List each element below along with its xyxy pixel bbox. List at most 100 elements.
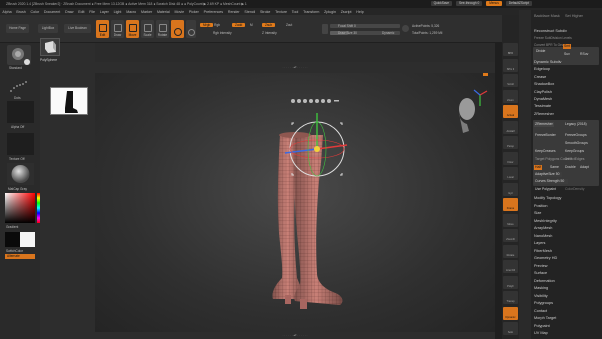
shelf-spix-3-button[interactable]: SPix 3 — [503, 58, 518, 72]
secondary-color-swatch[interactable] — [20, 232, 35, 247]
menu-draw[interactable]: Draw — [63, 10, 76, 14]
menu-alpha[interactable]: Alpha — [0, 10, 14, 14]
menu-layer[interactable]: Layer — [97, 10, 111, 14]
freeze-border-button[interactable]: FreezeBorder — [534, 133, 557, 138]
switch-color-label[interactable]: SwitchColor — [6, 249, 23, 253]
shelf-scroll-button[interactable]: Scroll — [503, 74, 518, 87]
subpalette-uv-map[interactable]: UV Map — [534, 331, 548, 335]
divide-button[interactable]: Divide — [535, 49, 546, 54]
draw-size-slider[interactable]: Draw Size 30 Dynamic — [330, 31, 400, 35]
edit-button[interactable]: Edit — [96, 20, 109, 38]
shelf-bpr-button[interactable]: BPR — [503, 43, 518, 56]
shelf-frame-button[interactable]: Frame — [503, 198, 518, 211]
subpalette-surface[interactable]: Surface — [534, 271, 547, 275]
scale-button[interactable]: Scale — [141, 20, 154, 38]
default-zscript-button[interactable]: DefaultZScript — [505, 1, 532, 6]
menus-button[interactable]: Menus — [486, 1, 502, 6]
subpalette-preview[interactable]: Preview — [534, 264, 548, 268]
smt-toggle[interactable]: Smt — [563, 44, 572, 49]
subpalette-dynamesh[interactable]: DynaMesh — [534, 97, 552, 101]
texture-thumbnail[interactable] — [7, 133, 34, 155]
freeze-groups-button[interactable]: FreezeGroups — [564, 133, 588, 138]
quicksave-button[interactable]: QuickSave — [430, 1, 453, 6]
shelf-zoomd-button[interactable]: ZoomD — [503, 229, 518, 242]
subpalette-meshintegrity[interactable]: MeshIntegrity — [534, 219, 557, 223]
menu-brush[interactable]: Brush — [14, 10, 28, 14]
zadd-toggle[interactable]: Zadd — [232, 23, 246, 27]
menu-preferences[interactable]: Preferences — [201, 10, 225, 14]
smooth-groups-button[interactable]: SmoothGroups — [564, 141, 589, 146]
curves-strength-slider[interactable]: Curves Strength 50 — [534, 179, 568, 184]
subpalette-geometry-hd[interactable]: Geometry HD — [534, 256, 557, 260]
stroke-thumbnail[interactable] — [7, 76, 31, 96]
menu-picker[interactable]: Picker — [187, 10, 202, 14]
primary-color-swatch[interactable] — [5, 232, 20, 247]
shelf-floor-button[interactable]: Floor — [503, 151, 518, 165]
subpalette-fibermesh[interactable]: FiberMesh — [534, 249, 552, 253]
subpalette-morph-target[interactable]: Morph Target — [534, 316, 556, 320]
menu-document[interactable]: Document — [42, 10, 63, 14]
zcut-toggle[interactable]: Zcut — [286, 23, 292, 27]
adapt-button[interactable]: Adapt — [579, 165, 590, 170]
subpalette-deformation[interactable]: Deformation — [534, 279, 555, 283]
shelf-gyz-button[interactable]: Gyz — [503, 182, 518, 196]
shelf-transp-button[interactable]: Transp — [503, 291, 518, 304]
menu-transform[interactable]: Transform — [301, 10, 322, 14]
focal-shift-slider[interactable]: Focal Shift 0 — [330, 24, 400, 28]
tray-scrollbar[interactable] — [495, 43, 502, 339]
menu-tool[interactable]: Tool — [289, 10, 300, 14]
subpalette-nanomesh[interactable]: NanoMesh — [534, 234, 552, 238]
subpalette-claypolish[interactable]: ClayPolish — [534, 90, 552, 94]
menu-material[interactable]: Material — [155, 10, 173, 14]
shelf-aahalf-button[interactable]: AAHalf — [503, 120, 518, 134]
zsub-toggle[interactable]: Zsub — [262, 23, 276, 27]
alternate-button[interactable]: Alternate — [5, 254, 35, 259]
menu-edit[interactable]: Edit — [76, 10, 87, 14]
subpalette-edgeloop[interactable]: Edgeloop — [534, 67, 550, 71]
menu-texture[interactable]: Texture — [273, 10, 290, 14]
menu-help[interactable]: Help — [354, 10, 366, 14]
menu-light[interactable]: Light — [111, 10, 124, 14]
legacy-button[interactable]: Legacy (2018) — [564, 122, 588, 127]
lightbox-button[interactable]: LightBox — [38, 24, 58, 33]
live-boolean-button[interactable]: Live Boolean — [64, 24, 91, 33]
gizmo-settings-button[interactable] — [186, 20, 196, 38]
subpalette-dynamic-subdiv[interactable]: Dynamic Subdiv — [534, 60, 561, 64]
see-through-slider[interactable]: See-through 0 — [456, 1, 483, 6]
mrgb-toggle[interactable]: Mrgb Rgb — [200, 23, 220, 27]
subpalette-size[interactable]: Size — [534, 211, 541, 215]
shelf-solo-button[interactable]: Solo — [503, 322, 518, 335]
menu-file[interactable]: File — [87, 10, 98, 14]
color-density-slider[interactable]: ColorDensity — [564, 187, 585, 192]
menu-movie[interactable]: Movie — [172, 10, 186, 14]
menu-stencil[interactable]: Stencil — [242, 10, 258, 14]
subpalette-tessimate[interactable]: Tessimate — [534, 104, 551, 108]
target-polycount-slider[interactable]: Target Polygons Count 5 — [534, 157, 573, 162]
adaptive-size-slider[interactable]: AdaptiveSize 50 — [534, 172, 562, 177]
menu-macro[interactable]: Macro — [124, 10, 139, 14]
m-toggle[interactable]: M — [250, 23, 253, 27]
menu-marker[interactable]: Marker — [139, 10, 155, 14]
move-button[interactable]: Move — [126, 20, 139, 38]
material-thumbnail[interactable] — [7, 163, 34, 185]
viewport-top-edge[interactable]: · · · · · · ▴▾ · · · · · · — [95, 62, 495, 73]
shelf-move-button[interactable]: Move — [503, 213, 518, 227]
rsuv-toggle[interactable]: RSuv — [579, 52, 589, 57]
shelf-line-fill-button[interactable]: Line Fill — [503, 260, 518, 273]
subpalette-masking[interactable]: Masking — [534, 286, 548, 290]
viewport-bottom-edge[interactable]: · · · · · · ▴▾ · · · · · · — [95, 332, 495, 339]
subpalette-zremesher[interactable]: ZRemesher — [534, 112, 554, 116]
subpalette-arraymesh[interactable]: ArrayMesh — [534, 226, 552, 230]
shelf-zoom-button[interactable]: Zoom — [503, 89, 518, 103]
menu-zscript[interactable]: Zscript — [338, 10, 354, 14]
menu-zplugin[interactable]: Zplugin — [322, 10, 339, 14]
keep-creases-button[interactable]: KeepCreases — [534, 149, 557, 154]
subpalette-layers[interactable]: Layers — [534, 241, 545, 245]
gizmo-controls[interactable] — [291, 99, 339, 103]
double-button[interactable]: Double — [564, 165, 577, 170]
shelf-actual-button[interactable]: Actual — [503, 105, 518, 118]
canvas-viewport[interactable] — [95, 73, 495, 332]
use-polypaint-button[interactable]: Use Polypaint — [534, 187, 557, 192]
alpha-thumbnail[interactable] — [7, 101, 34, 123]
subpalette-position[interactable]: Position — [534, 204, 548, 208]
